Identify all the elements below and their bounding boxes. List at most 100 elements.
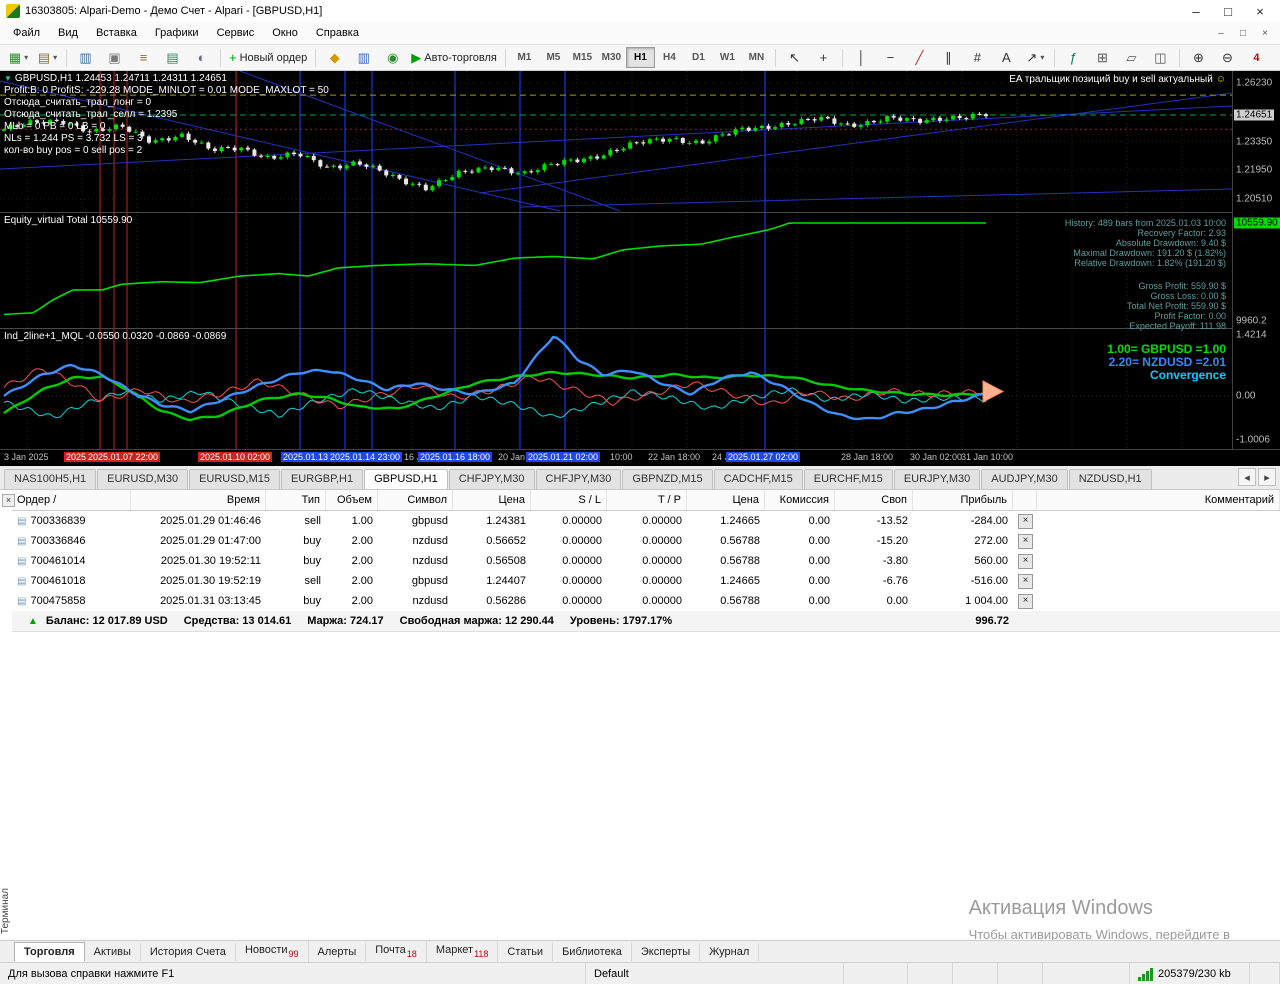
cascade-button[interactable]: ▱ xyxy=(1117,46,1146,69)
timeframe-m15-button[interactable]: M15 xyxy=(568,47,597,68)
zoom-out-button[interactable]: ⊖ xyxy=(1213,46,1242,69)
tabs-scroll-right-icon[interactable]: ▸ xyxy=(1258,468,1276,486)
column-header-6[interactable]: S / L xyxy=(531,490,607,510)
alerts-badge[interactable]: 4 xyxy=(1242,46,1271,69)
chart-tab-eurusd-m15[interactable]: EURUSD,M15 xyxy=(189,469,280,489)
arrows-tool[interactable]: ↗ ▾ xyxy=(1021,46,1050,69)
order-row[interactable]: ▤ 700336839 2025.01.29 01:46:46 sell 1.00 gbp… xyxy=(12,511,1280,531)
column-header-1[interactable]: Время xyxy=(131,490,266,510)
navigator-toggle[interactable]: ≡ xyxy=(129,46,158,69)
terminal-toggle[interactable]: ▤ xyxy=(158,46,187,69)
timeframe-w1-button[interactable]: W1 xyxy=(713,47,742,68)
column-header-9[interactable]: Комиссия xyxy=(765,490,835,510)
timeframe-d1-button[interactable]: D1 xyxy=(684,47,713,68)
charts-icon-button[interactable]: ▥ xyxy=(349,46,378,69)
timeframe-m5-button[interactable]: M5 xyxy=(539,47,568,68)
chart-tab-chfjpy-m30[interactable]: CHFJPY,M30 xyxy=(448,469,535,489)
close-icon[interactable]: × xyxy=(1244,1,1276,21)
column-header-4[interactable]: Символ xyxy=(378,490,453,510)
chart-tab-eurusd-m30[interactable]: EURUSD,M30 xyxy=(97,469,189,489)
profile-selector[interactable]: Default xyxy=(586,963,844,984)
timeframe-m1-button[interactable]: M1 xyxy=(510,47,539,68)
data-window-toggle[interactable]: ▣ xyxy=(100,46,129,69)
terminal-tab-assets[interactable]: Активы xyxy=(85,942,141,961)
text-tool[interactable]: A xyxy=(992,46,1021,69)
column-header-5[interactable]: Цена xyxy=(453,490,531,510)
column-header-0[interactable]: Ордер / xyxy=(12,490,131,510)
minimize-icon[interactable]: – xyxy=(1180,1,1212,21)
fibonacci-tool[interactable]: # xyxy=(963,46,992,69)
order-close-button[interactable]: × xyxy=(1018,593,1033,609)
column-header-12[interactable] xyxy=(1013,490,1037,510)
timeframe-m30-button[interactable]: M30 xyxy=(597,47,626,68)
hline-tool[interactable]: − xyxy=(876,46,905,69)
menu-item-view[interactable]: Вид xyxy=(49,24,87,42)
order-close-button[interactable]: × xyxy=(1018,513,1033,529)
terminal-tab-trade[interactable]: Торговля xyxy=(14,941,85,962)
chart-tab-cadchf-m15[interactable]: CADCHF,M15 xyxy=(713,469,803,489)
order-row[interactable]: ▤ 700461018 2025.01.30 19:52:19 sell 2.00 gbp… xyxy=(12,571,1280,591)
terminal-tab-journal[interactable]: Журнал xyxy=(700,942,760,961)
order-row[interactable]: ▤ 700461014 2025.01.30 19:52:11 buy 2.00 nzdu… xyxy=(12,551,1280,571)
terminal-tab-mailbox[interactable]: Почта18 xyxy=(366,941,427,962)
menu-item-service[interactable]: Сервис xyxy=(208,24,264,42)
crosshair-tool[interactable]: + xyxy=(809,46,838,69)
order-close-button[interactable]: × xyxy=(1018,553,1033,569)
market-watch-toggle[interactable]: ▥ xyxy=(71,46,100,69)
child-minimize-icon[interactable]: – xyxy=(1210,25,1232,41)
column-header-8[interactable]: Цена xyxy=(687,490,765,510)
timeframe-h4-button[interactable]: H4 xyxy=(655,47,684,68)
order-close-button[interactable]: × xyxy=(1018,573,1033,589)
menu-item-window[interactable]: Окно xyxy=(263,24,307,42)
column-header-11[interactable]: Прибыль xyxy=(913,490,1013,510)
channel-tool[interactable]: ∥ xyxy=(934,46,963,69)
cursor-tool[interactable]: ↖ xyxy=(780,46,809,69)
terminal-tab-market[interactable]: Маркет118 xyxy=(427,941,499,962)
profiles-button[interactable]: ▤ ▾ xyxy=(33,46,62,69)
column-header-13[interactable]: Комментарий xyxy=(1037,490,1280,510)
chart-tab-eurchf-m15[interactable]: EURCHF,M15 xyxy=(803,469,893,489)
zoom-in-button[interactable]: ⊕ xyxy=(1184,46,1213,69)
terminal-tab-library[interactable]: Библиотека xyxy=(553,942,632,961)
order-row[interactable]: ▤ 700475858 2025.01.31 03:13:45 buy 2.00 nzdu… xyxy=(12,591,1280,611)
tabs-scroll-left-icon[interactable]: ◂ xyxy=(1238,468,1256,486)
terminal-tab-experts[interactable]: Эксперты xyxy=(632,942,701,961)
indicators-button[interactable]: ƒ xyxy=(1059,46,1088,69)
terminal-close-button[interactable]: × xyxy=(2,494,15,507)
restore-icon[interactable]: □ xyxy=(1212,1,1244,21)
menu-item-insert[interactable]: Вставка xyxy=(87,24,146,42)
terminal-tab-news[interactable]: Новости99 xyxy=(236,941,309,962)
symbol-dropdown-icon[interactable]: ▼ xyxy=(4,74,12,83)
order-row[interactable]: ▤ 700336846 2025.01.29 01:47:00 buy 2.00 nzdu… xyxy=(12,531,1280,551)
order-close-button[interactable]: × xyxy=(1018,533,1033,549)
chart-tab-chfjpy-m30[interactable]: CHFJPY,M30 xyxy=(535,469,622,489)
terminal-tab-account-history[interactable]: История Счета xyxy=(141,942,236,961)
objects-button[interactable]: ⊞ xyxy=(1088,46,1117,69)
terminal-tab-articles[interactable]: Статьи xyxy=(498,942,554,961)
chart-tab-nzdusd-h1[interactable]: NZDUSD,H1 xyxy=(1068,469,1152,489)
column-header-2[interactable]: Тип xyxy=(266,490,326,510)
chart-tab-gbpusd-h1[interactable]: GBPUSD,H1 xyxy=(364,469,448,489)
child-close-icon[interactable]: × xyxy=(1254,25,1276,41)
autotrading-button[interactable]: ▶ Авто-торговля xyxy=(407,46,501,69)
chart-tab-gbpnzd-m15[interactable]: GBPNZD,M15 xyxy=(622,469,713,489)
child-restore-icon[interactable]: □ xyxy=(1232,25,1254,41)
vline-tool[interactable]: │ xyxy=(847,46,876,69)
chart-tab-eurgbp-h1[interactable]: EURGBP,H1 xyxy=(280,469,364,489)
metaeditor-button[interactable]: ◆ xyxy=(320,46,349,69)
chart-tab-nas100h5-h1[interactable]: NAS100H5,H1 xyxy=(4,469,97,489)
tile-button[interactable]: ◫ xyxy=(1146,46,1175,69)
new-order-button[interactable]: + Новый ордер xyxy=(225,46,311,69)
terminal-tab-alerts[interactable]: Алерты xyxy=(309,942,367,961)
chart-tab-eurjpy-m30[interactable]: EURJPY,M30 xyxy=(893,469,981,489)
notify-button[interactable]: ◉ xyxy=(378,46,407,69)
column-header-10[interactable]: Своп xyxy=(835,490,913,510)
menu-item-charts[interactable]: Графики xyxy=(146,24,208,42)
column-header-3[interactable]: Объем xyxy=(326,490,378,510)
column-header-7[interactable]: T / P xyxy=(607,490,687,510)
timeframe-h1-button[interactable]: H1 xyxy=(625,47,655,68)
trendline-tool[interactable]: ╱ xyxy=(905,46,934,69)
new-chart-button[interactable]: ▦ ▾ xyxy=(4,46,33,69)
timeframe-mn-button[interactable]: MN xyxy=(742,47,771,68)
menu-item-help[interactable]: Справка xyxy=(307,24,368,42)
